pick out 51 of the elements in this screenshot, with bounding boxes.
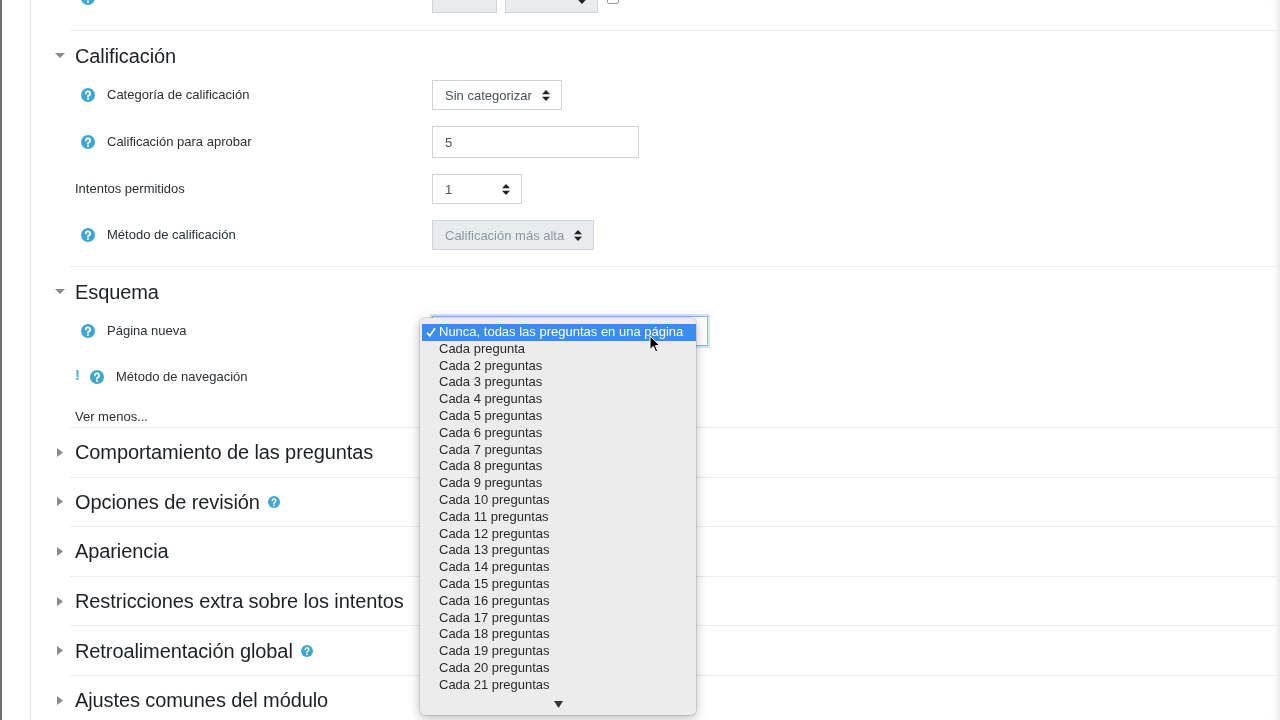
dropdown-option[interactable]: Cada pregunta [422,340,696,358]
checkmark-icon [425,327,436,338]
sort-arrows-icon [502,183,510,195]
dropdown-option[interactable]: Cada 21 preguntas [422,676,696,694]
dropdown-option[interactable]: Cada 2 preguntas [422,357,696,375]
sort-arrows-icon [574,229,583,241]
dropdown-option[interactable]: Cada 7 preguntas [422,441,696,459]
dropdown-option[interactable]: Cada 9 preguntas [422,475,696,492]
dropdown-option[interactable]: Cada 6 preguntas [422,424,696,442]
dropdown-option[interactable]: Cada 12 preguntas [422,525,696,543]
dropdown-option[interactable]: Cada 14 preguntas [422,559,696,576]
dropdown-option[interactable]: Cada 8 preguntas [422,458,696,476]
sort-arrows-icon [541,89,550,101]
section-title[interactable]: Retroalimentación global [75,638,293,663]
help-icon[interactable] [81,88,95,102]
help-icon[interactable] [300,644,313,657]
dropdown-option[interactable]: Cada 18 preguntas [422,626,696,644]
dropdown-option[interactable]: Cada 16 preguntas [422,592,696,610]
section-title[interactable]: Ajustes comunes del módulo [75,688,329,713]
section-title[interactable]: Comportamiento de las preguntas [75,440,374,465]
dropdown-option[interactable]: Cada 5 preguntas [422,408,696,425]
dropdown-option[interactable]: Cada 20 preguntas [422,659,696,677]
field-label: Categoría de calificación [107,87,250,103]
help-icon[interactable] [267,495,280,508]
section-title[interactable]: Esquema [75,279,159,304]
section-title[interactable]: Calificación [75,43,177,68]
select-field[interactable]: 1 [432,174,522,204]
section-title[interactable]: Restricciones extra sobre los intentos [75,589,404,614]
advanced-marker: ! [75,367,80,383]
select-field[interactable]: Sin categorizar [432,80,562,110]
text-field[interactable]: 5 [432,126,639,158]
dropdown-option[interactable]: Cada 11 preguntas [422,508,696,526]
dropdown-option[interactable]: Cada 19 preguntas [422,643,696,660]
help-icon[interactable] [90,370,104,384]
field-label: Página nueva [107,323,187,339]
dropdown-option[interactable]: Cada 3 preguntas [422,374,696,392]
section-title[interactable]: Opciones de revisión [75,489,260,514]
help-icon[interactable] [81,135,95,149]
dropdown-option[interactable]: Cada 13 preguntas [422,542,696,560]
down-triangle-icon[interactable] [553,700,563,708]
dropdown-option[interactable]: Cada 10 preguntas [422,491,696,509]
dropdown-option[interactable]: Cada 17 preguntas [422,609,696,627]
help-icon[interactable] [81,324,95,338]
field-label: Calificación para aprobar [107,134,252,150]
field-label: Método de navegación [116,369,248,385]
field-label: Intentos permitidos [75,181,185,197]
dropdown-option[interactable]: Cada 15 preguntas [422,575,696,593]
field-label: Método de calificación [107,227,236,243]
section-title[interactable]: Apariencia [75,539,169,564]
show-less-link[interactable]: Ver menos... [75,408,148,426]
dropdown-option[interactable]: Cada 4 preguntas [422,391,696,408]
